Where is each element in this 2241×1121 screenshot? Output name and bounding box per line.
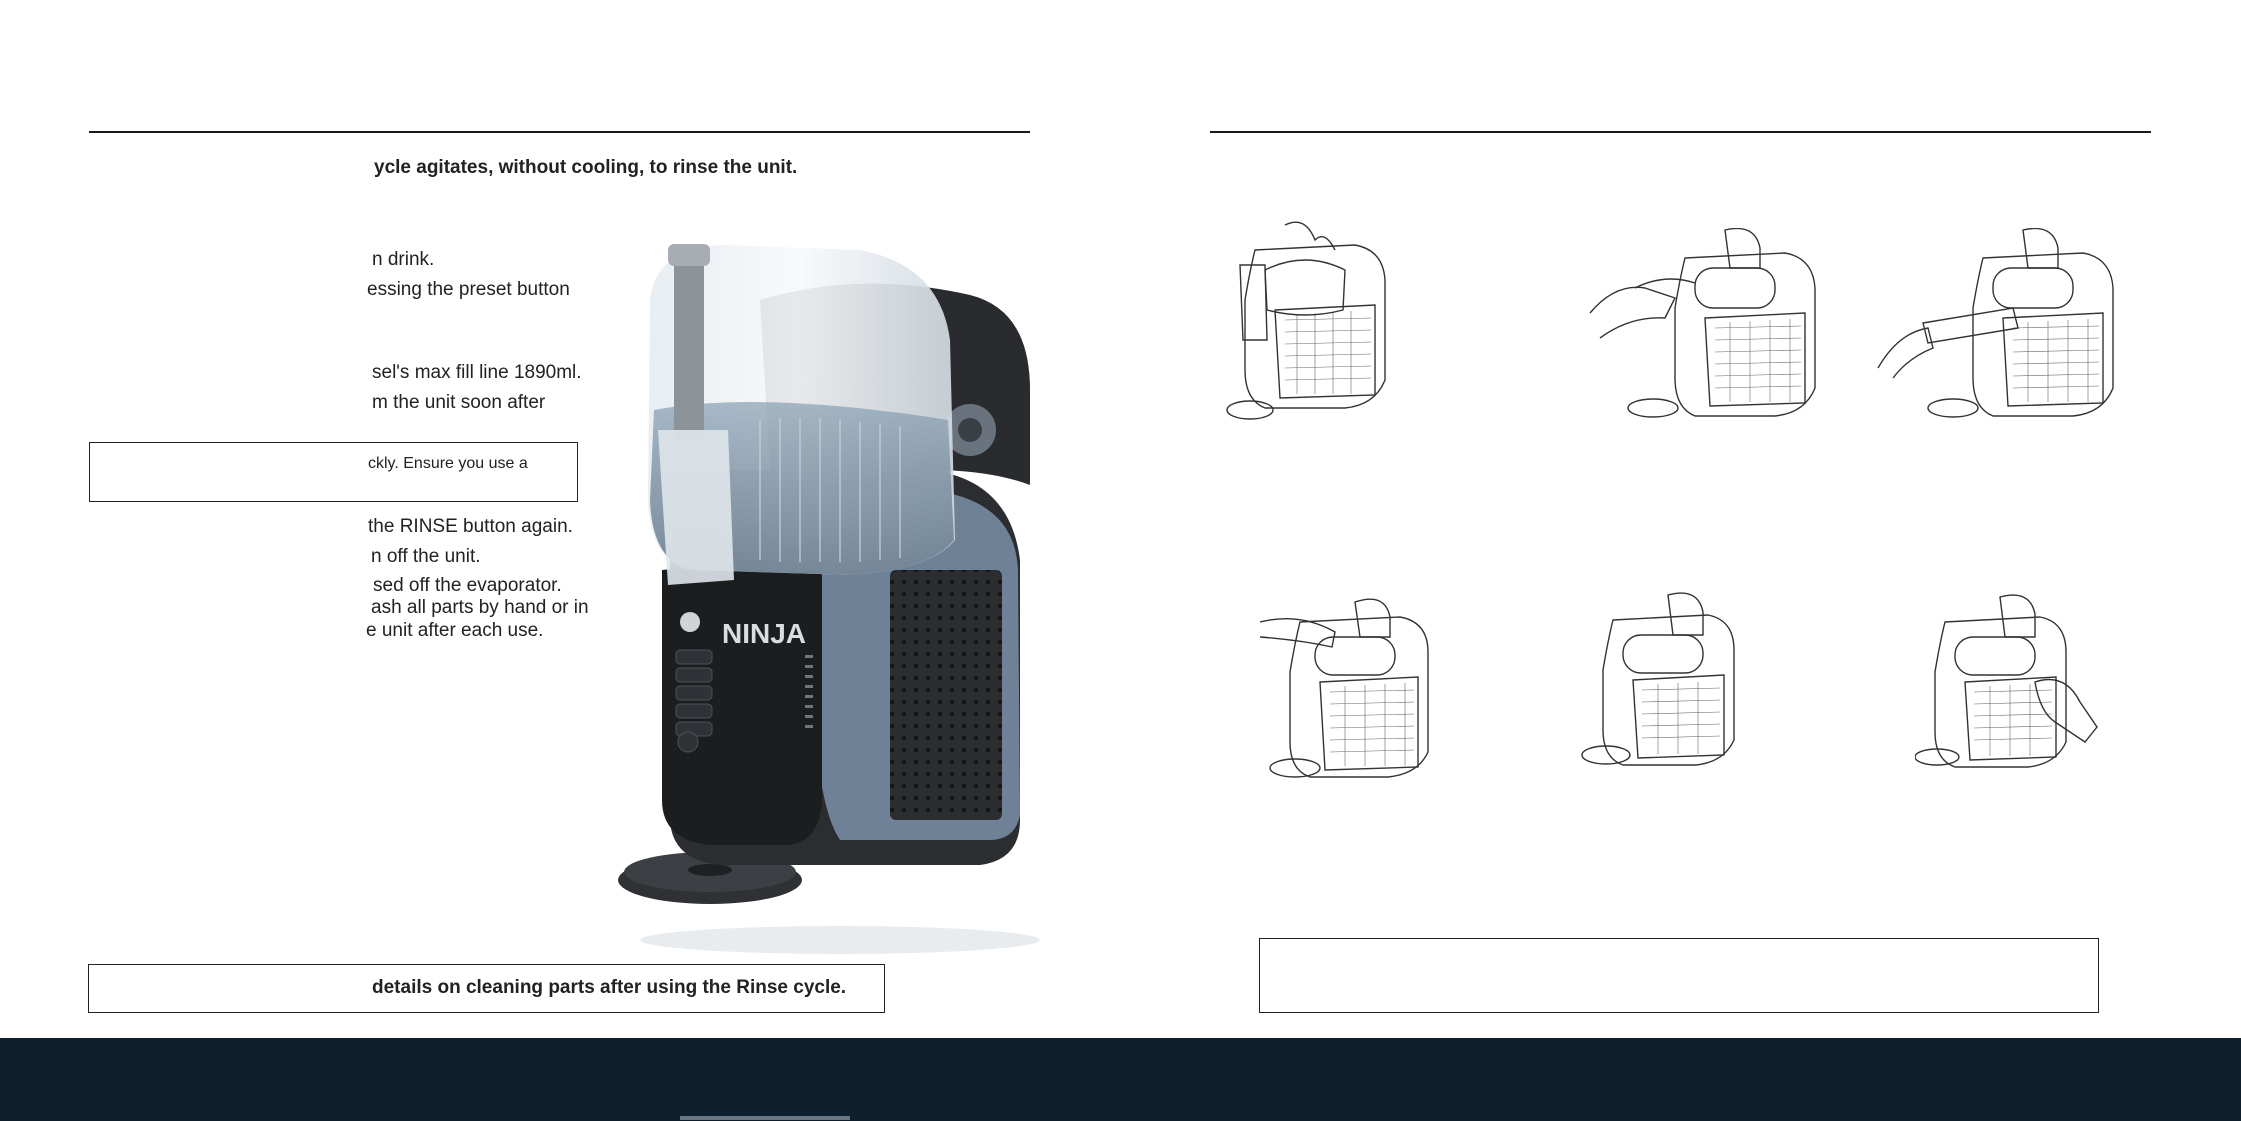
left-top-rule	[89, 131, 1030, 133]
step-3-illustration	[1873, 228, 2128, 423]
right-top-rule	[1210, 131, 2151, 133]
bottom-note-text: details on cleaning parts after using th…	[372, 977, 847, 998]
instruction-line-5: the RINSE button again.	[368, 516, 573, 537]
instruction-line-1: n drink.	[372, 249, 435, 270]
instruction-line-2: essing the preset button	[367, 279, 570, 300]
instruction-line-4: m the unit soon after	[372, 392, 546, 413]
right-note-box	[1259, 938, 2099, 1013]
step-6-illustration	[1915, 592, 2100, 777]
step-5-illustration	[1578, 590, 1738, 770]
instruction-line-9: e unit after each use.	[366, 620, 544, 641]
step-4-illustration	[1260, 592, 1430, 782]
product-image: NINJA	[610, 240, 1040, 960]
intro-heading: ycle agitates, without cooling, to rinse…	[374, 157, 798, 178]
instruction-line-6: n off the unit.	[371, 546, 481, 567]
step-2-illustration	[1585, 228, 1825, 423]
instruction-line-3: sel's max fill line 1890ml.	[372, 362, 582, 383]
ninja-logo: NINJA	[722, 618, 806, 649]
footer-band	[0, 1038, 2241, 1121]
caution-text: ckly. Ensure you use a	[368, 455, 528, 472]
instruction-line-7: sed off the evaporator.	[373, 575, 562, 596]
footer-mark	[680, 1116, 850, 1120]
step-1-illustration	[1225, 210, 1390, 425]
instruction-line-8: ash all parts by hand or in	[371, 597, 589, 618]
